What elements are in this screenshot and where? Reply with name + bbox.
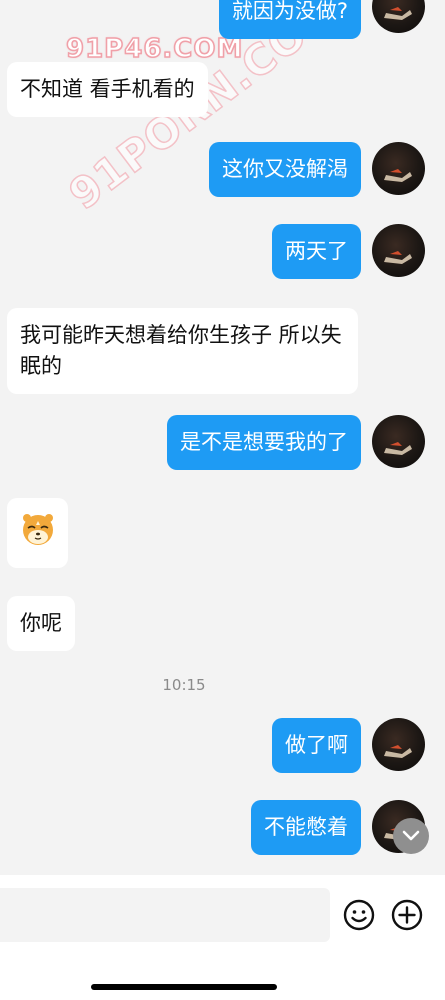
message-timestamp: 10:15 — [162, 676, 206, 694]
message-bubble-outgoing[interactable]: 就因为没做? — [218, 0, 361, 39]
message-text: 是不是想要我的了 — [180, 430, 348, 454]
message-text: 两天了 — [285, 239, 348, 263]
message-bubble-outgoing[interactable]: 不能憋着 — [251, 800, 361, 855]
home-indicator-area — [0, 955, 445, 1000]
avatar[interactable] — [372, 224, 425, 277]
message-bubble-outgoing[interactable]: 是不是想要我的了 — [167, 415, 361, 470]
message-text: 就因为没做? — [231, 0, 348, 23]
avatar[interactable] — [372, 718, 425, 771]
scroll-to-bottom-button[interactable] — [393, 818, 429, 854]
avatar[interactable] — [372, 0, 425, 33]
message-bubble-outgoing[interactable]: 两天了 — [272, 224, 361, 279]
chevron-down-icon — [402, 827, 420, 846]
message-bubble-incoming[interactable]: 不知道 看手机看的 — [7, 62, 208, 117]
more-actions-button[interactable] — [391, 899, 423, 931]
message-text: 这你又没解渴 — [222, 157, 348, 181]
message-bubble-sticker[interactable] — [7, 498, 68, 568]
avatar[interactable] — [372, 142, 425, 195]
message-text: 你呢 — [20, 611, 62, 635]
plus-circle-icon — [391, 899, 423, 935]
message-composer — [0, 875, 445, 955]
message-bubble-outgoing[interactable]: 做了啊 — [272, 718, 361, 773]
message-bubble-incoming[interactable]: 你呢 — [7, 596, 75, 651]
chat-area[interactable]: 91P46.COM 91PORN.COM 就因为没做? 不知道 看手机看的 这你… — [0, 0, 445, 875]
smiley-icon — [343, 899, 375, 935]
emoji-button[interactable] — [343, 899, 375, 931]
message-bubble-outgoing[interactable]: 这你又没解渴 — [209, 142, 361, 197]
message-text: 不知道 看手机看的 — [20, 77, 195, 101]
watermark-top: 91P46.COM — [65, 33, 244, 65]
home-indicator[interactable] — [91, 984, 277, 990]
message-text: 不能憋着 — [264, 815, 348, 839]
message-text: 做了啊 — [285, 733, 348, 757]
hamster-sticker-icon — [20, 511, 56, 556]
message-bubble-incoming[interactable]: 我可能昨天想着给你生孩子 所以失眠的 — [7, 308, 358, 394]
avatar[interactable] — [372, 415, 425, 468]
message-text: 我可能昨天想着给你生孩子 所以失眠的 — [20, 323, 342, 378]
message-input[interactable] — [0, 888, 330, 942]
